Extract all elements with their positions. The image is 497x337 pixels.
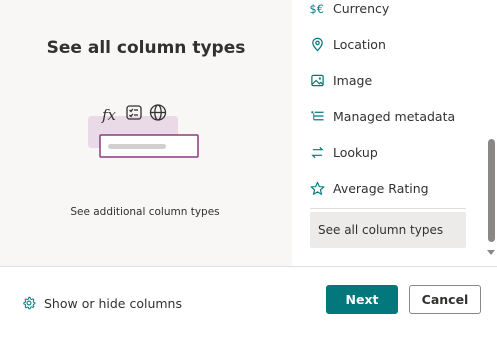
preview-caption: See additional column types [70, 206, 220, 218]
scrollbar-thumb[interactable] [488, 139, 495, 242]
list-divider [310, 208, 466, 209]
location-pin-icon [312, 37, 323, 51]
column-type-managed-metadata[interactable]: Managed metadata [310, 98, 455, 134]
column-type-currency[interactable]: $€ Currency [310, 0, 389, 26]
column-type-label: Image [333, 72, 373, 88]
svg-text:$€: $€ [310, 3, 324, 16]
column-type-average-rating[interactable]: Average Rating [310, 170, 429, 206]
next-button[interactable]: Next [326, 285, 398, 314]
function-icon: fx [101, 106, 117, 124]
cancel-button[interactable]: Cancel [409, 285, 481, 314]
scroll-down-arrow-icon[interactable] [487, 250, 495, 255]
lookup-arrows-icon [311, 146, 324, 158]
column-type-preview-panel: See all column types fx See additional c… [0, 0, 292, 266]
star-icon [310, 181, 325, 195]
column-type-image[interactable]: Image [310, 62, 372, 98]
svg-text:fx: fx [101, 106, 117, 124]
show-hide-columns-link[interactable]: Show or hide columns [22, 293, 182, 313]
see-all-column-types-button[interactable]: See all column types [310, 212, 466, 248]
column-type-lookup[interactable]: Lookup [310, 134, 378, 170]
preview-title: See all column types [46, 38, 246, 58]
column-type-label: Average Rating [333, 180, 429, 196]
currency-icon: $€ [310, 3, 324, 16]
show-hide-columns-label: Show or hide columns [44, 295, 182, 311]
column-type-label: Location [333, 36, 386, 52]
column-type-label: Lookup [333, 144, 378, 160]
column-type-label: Managed metadata [333, 108, 456, 124]
list-scrollbar[interactable] [485, 0, 497, 266]
gear-icon [23, 296, 36, 310]
footer-divider [0, 266, 497, 267]
illustration-input-line [108, 144, 166, 149]
column-type-label: Currency [333, 0, 390, 16]
column-types-illustration: fx [88, 104, 199, 158]
managed-metadata-icon [311, 110, 324, 120]
image-icon [311, 74, 324, 86]
column-type-list: $€ Currency Location Image Managed metad… [292, 0, 497, 266]
column-type-location[interactable]: Location [310, 26, 386, 62]
